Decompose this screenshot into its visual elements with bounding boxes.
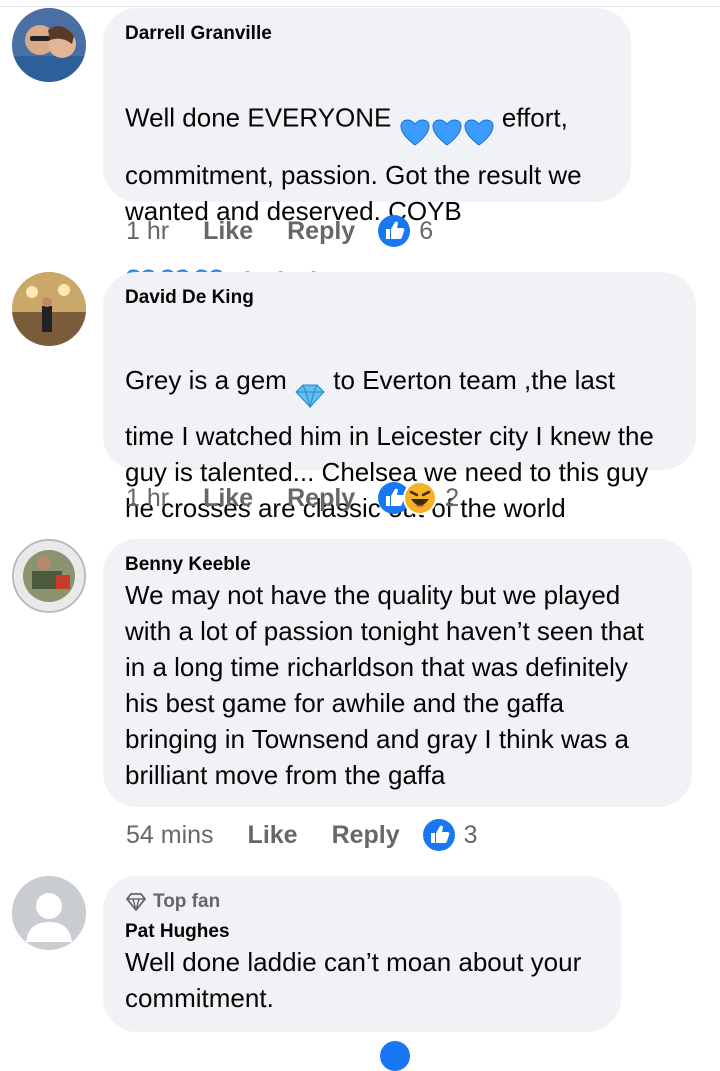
comment-author[interactable]: Benny Keeble <box>125 553 670 577</box>
reactions-summary[interactable]: 3 <box>422 818 478 852</box>
reaction-count: 3 <box>463 820 478 849</box>
like-button[interactable]: Like <box>248 821 298 850</box>
avatar[interactable] <box>12 272 86 346</box>
comment-bubble: Benny Keeble We may not have the quality… <box>103 539 692 807</box>
comment-timestamp[interactable]: 54 mins <box>126 821 214 850</box>
diamond-badge-icon <box>125 893 147 911</box>
reply-button[interactable]: Reply <box>287 484 355 513</box>
like-button[interactable]: Like <box>203 217 253 246</box>
comment-author[interactable]: David De King <box>125 286 674 310</box>
comment-actions: 1 hr Like Reply 2 <box>126 481 459 515</box>
avatar[interactable] <box>12 8 86 82</box>
comment-timestamp[interactable]: 1 hr <box>126 484 169 513</box>
comment-actions: 54 mins Like Reply 3 <box>126 818 478 852</box>
avatar[interactable] <box>12 539 86 613</box>
reactions-summary[interactable]: 2 <box>377 481 459 515</box>
comment-text: Well done laddie can’t moan about your c… <box>125 947 582 1013</box>
comment-text: We may not have the quality but we playe… <box>125 580 644 790</box>
comment-bubble: Darrell Granville Well done EVERYONE eff… <box>103 8 631 297</box>
comment-author[interactable]: Darrell Granville <box>125 22 609 46</box>
top-fan-label: Top fan <box>153 891 221 912</box>
reply-button[interactable]: Reply <box>332 821 400 850</box>
comment-text: Grey is a gem to Everton team ,the last … <box>125 310 674 562</box>
comment-text-part: to Everton team ,the last <box>326 364 616 395</box>
gem-icon <box>294 346 326 418</box>
reaction-count: 6 <box>419 216 434 245</box>
like-reaction-icon <box>380 1041 410 1071</box>
blue-heart-icon <box>399 82 495 157</box>
comment-author[interactable]: Pat Hughes <box>125 920 599 944</box>
comment-actions: 1 hr Like Reply 6 <box>126 214 433 248</box>
reply-button[interactable]: Reply <box>287 217 355 246</box>
comment-bubble: Top fan Pat Hughes Well done laddie can’… <box>103 876 621 1032</box>
comment-text-part: effort, <box>494 102 568 133</box>
comment-bubble: David De King Grey is a gem to Everton t… <box>103 272 696 523</box>
like-reaction-icon <box>378 215 411 247</box>
reactions-summary[interactable]: 6 <box>377 214 433 248</box>
top-fan-badge: Top fan <box>125 890 599 914</box>
avatar[interactable] <box>12 876 86 950</box>
comment-text-part: Grey is a gem <box>125 364 295 395</box>
haha-reaction-icon <box>403 481 438 515</box>
comment-text-part: Well done EVERYONE <box>125 102 399 133</box>
divider <box>0 6 720 7</box>
comment-timestamp[interactable]: 1 hr <box>126 217 169 246</box>
reaction-count: 2 <box>445 483 460 512</box>
like-reaction-icon <box>422 819 455 851</box>
like-button[interactable]: Like <box>203 484 253 513</box>
